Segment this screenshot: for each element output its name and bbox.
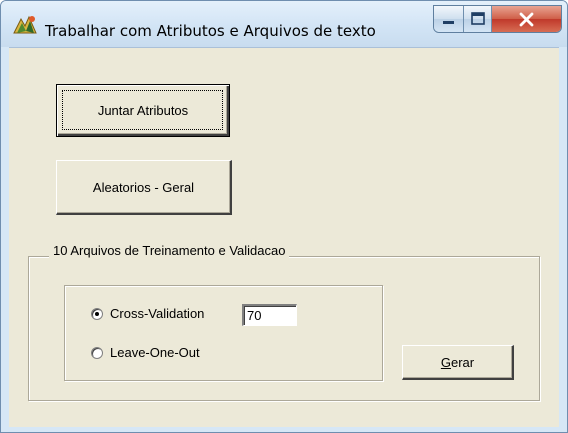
close-icon bbox=[519, 12, 534, 27]
title-bar[interactable]: Trabalhar com Atributos e Arquivos de te… bbox=[1, 1, 567, 47]
minimize-icon bbox=[443, 21, 454, 24]
juntar-atributos-button[interactable]: Juntar Atributos bbox=[56, 84, 230, 137]
aleatorios-geral-label: Aleatorios - Geral bbox=[92, 179, 195, 195]
gerar-label: Gerar bbox=[441, 355, 474, 370]
maximize-icon bbox=[471, 12, 485, 25]
validation-options-box bbox=[64, 285, 383, 381]
radio-button-unchecked[interactable] bbox=[91, 346, 103, 359]
app-icon[interactable] bbox=[12, 13, 38, 39]
app-window: Trabalhar com Atributos e Arquivos de te… bbox=[0, 0, 568, 433]
gerar-label-rest: erar bbox=[451, 354, 475, 370]
close-button[interactable] bbox=[492, 6, 561, 32]
radio-cross-validation[interactable]: Cross-Validation bbox=[91, 306, 204, 321]
radio-button-checked[interactable] bbox=[91, 307, 103, 320]
radio-leave-one-out[interactable]: Leave-One-Out bbox=[91, 345, 200, 360]
window-controls bbox=[433, 5, 562, 33]
groupbox-legend: 10 Arquivos de Treinamento e Validacao bbox=[49, 243, 290, 258]
gerar-mnemonic: G bbox=[440, 354, 451, 370]
juntar-atributos-label: Juntar Atributos bbox=[97, 103, 189, 118]
client-area: Juntar Atributos Aleatorios - Geral 10 A… bbox=[9, 47, 559, 427]
radio-label-cross-validation: Cross-Validation bbox=[110, 306, 205, 321]
window-title: Trabalhar com Atributos e Arquivos de te… bbox=[45, 22, 376, 40]
gerar-button[interactable]: Gerar bbox=[402, 345, 514, 380]
radio-label-leave-one-out: Leave-One-Out bbox=[110, 345, 200, 360]
maximize-button[interactable] bbox=[464, 6, 492, 32]
minimize-button[interactable] bbox=[434, 6, 464, 32]
aleatorios-geral-button[interactable]: Aleatorios - Geral bbox=[56, 160, 232, 215]
cross-validation-input[interactable]: 70 bbox=[242, 304, 297, 326]
